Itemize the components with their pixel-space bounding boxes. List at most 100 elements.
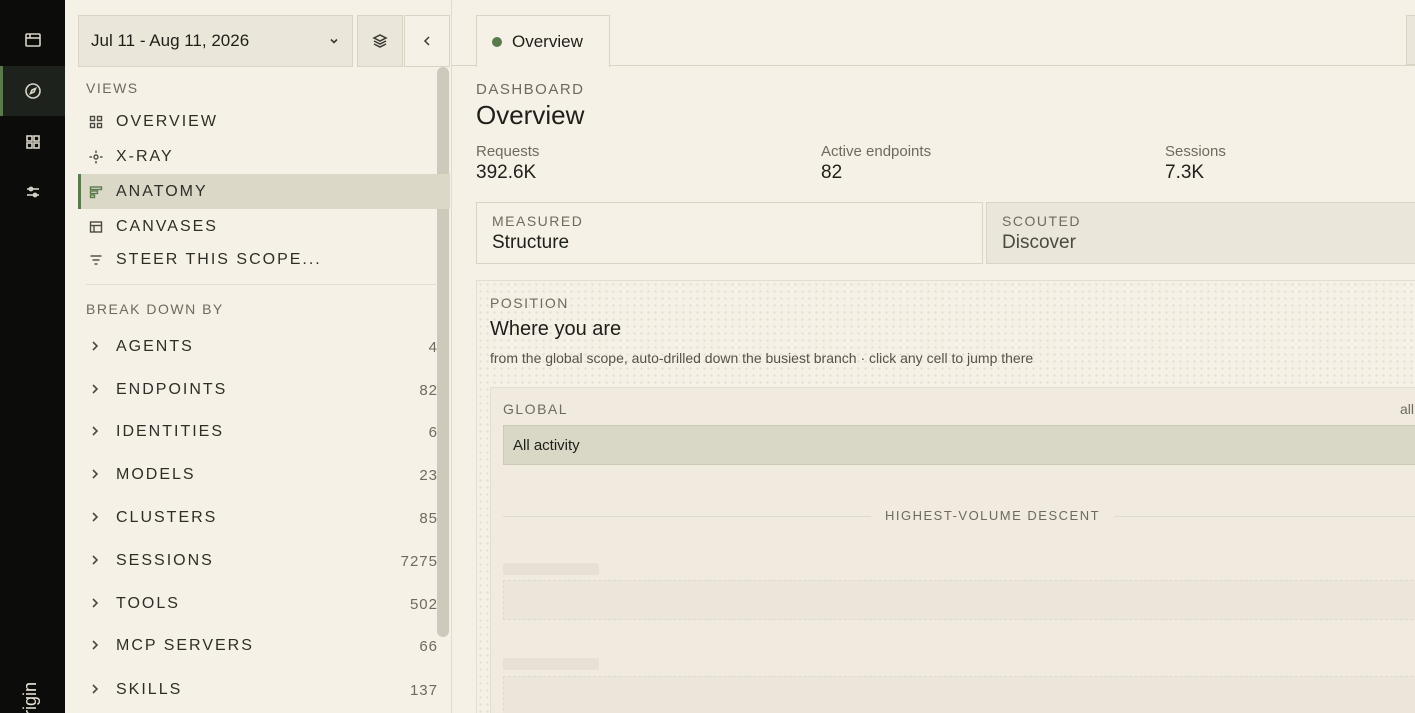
global-scope-cell[interactable]: All activity (503, 425, 1415, 465)
stat-sessions: Sessions 7.3K (1165, 143, 1226, 184)
tab-strip: Overview (452, 0, 1415, 67)
breakdown-count: 66 (419, 637, 438, 655)
view-label: X-RAY (116, 147, 174, 165)
view-canvases[interactable]: CANVASES (78, 209, 450, 244)
stat-active-endpoints: Active endpoints 82 (821, 143, 931, 184)
chevron-right-icon (92, 512, 99, 522)
breakdown-label: ENDPOINTS (116, 381, 228, 398)
loading-placeholder-row (503, 676, 1415, 713)
scope-tree: GLOBAL all All activity HIGHEST-VOLUME D… (490, 387, 1415, 713)
rail-explore-button[interactable] (0, 66, 65, 116)
stat-label: Requests (476, 143, 540, 160)
steer-scope-button[interactable]: STEER THIS SCOPE... (78, 242, 450, 277)
breakdown-count: 502 (409, 595, 438, 613)
breakdown-sessions[interactable]: SESSIONS 7275 (78, 541, 438, 581)
calendar-icon (24, 33, 41, 47)
stat-requests: Requests 392.6K (476, 143, 539, 184)
breakdown-skills[interactable]: SKILLS 137 (78, 670, 438, 710)
chevron-right-icon (92, 469, 99, 479)
breakdown-count: 137 (409, 681, 438, 699)
crosshair-icon (89, 150, 103, 163)
mode-label: Discover (1002, 232, 1076, 253)
loading-placeholder-label (503, 658, 599, 670)
filter-icon (90, 254, 102, 265)
views-section-title: VIEWS (86, 80, 139, 96)
chevron-right-icon (92, 384, 99, 394)
page-title: Overview (476, 100, 585, 130)
breakdown-count: 7275 (400, 552, 438, 570)
stat-value: 7.3K (1165, 162, 1205, 183)
app-rail: rigin (0, 0, 65, 713)
breakdown-label: MCP SERVERS (116, 637, 254, 654)
breakdown-section-title: BREAK DOWN BY (86, 301, 224, 317)
page-eyebrow: DASHBOARD (476, 81, 585, 98)
tab-label: Overview (512, 31, 583, 51)
tab-overview[interactable]: Overview (476, 15, 610, 67)
chevron-right-icon (92, 640, 99, 650)
position-kicker: POSITION (490, 295, 569, 311)
loading-placeholder-label (503, 563, 599, 575)
chevron-left-icon (423, 36, 430, 46)
stat-label: Active endpoints (821, 143, 932, 160)
layers-icon (372, 34, 388, 48)
view-label: ANATOMY (116, 182, 208, 200)
layers-button[interactable] (357, 15, 403, 67)
mode-structure[interactable]: MEASURED Structure (476, 202, 983, 264)
chevron-right-icon (92, 684, 99, 694)
view-label: OVERVIEW (116, 112, 218, 130)
rail-grid-button[interactable] (0, 117, 65, 167)
rail-settings-button[interactable] (0, 167, 65, 217)
breakdown-count: 6 (428, 423, 438, 441)
stat-value: 82 (821, 162, 843, 183)
breakdown-label: CLUSTERS (116, 509, 218, 526)
breakdown-count: 82 (419, 381, 438, 399)
breakdown-count: 4 (428, 338, 438, 356)
stat-value: 392.6K (476, 162, 537, 183)
breakdown-label: SESSIONS (116, 552, 214, 569)
bars-icon (89, 185, 103, 198)
rail-calendar-button[interactable] (0, 15, 65, 65)
tab-overflow-edge[interactable] (1406, 15, 1415, 65)
breakdown-label: AGENTS (116, 338, 194, 355)
brand-wordmark: rigin (22, 681, 40, 713)
chevron-down-icon (330, 38, 338, 44)
breakdown-mcp-servers[interactable]: MCP SERVERS 66 (78, 626, 438, 666)
date-range-label: Jul 11 - Aug 11, 2026 (91, 31, 250, 50)
breakdown-agents[interactable]: AGENTS 4 (78, 327, 438, 367)
mode-kicker: MEASURED (492, 213, 584, 229)
collapse-sidebar-button[interactable] (404, 15, 450, 67)
stat-label: Sessions (1165, 143, 1226, 160)
sliders-icon (26, 186, 39, 198)
view-x-ray[interactable]: X-RAY (78, 139, 450, 174)
compass-icon (24, 83, 41, 99)
mode-label: Structure (492, 232, 570, 253)
breakdown-models[interactable]: MODELS 23 (78, 455, 438, 495)
view-label: CANVASES (116, 217, 218, 235)
breakdown-identities[interactable]: IDENTITIES 6 (78, 412, 438, 452)
canvas-icon (89, 220, 103, 233)
date-range-picker[interactable]: Jul 11 - Aug 11, 2026 (78, 15, 353, 67)
sidebar: Jul 11 - Aug 11, 2026 VIEWS OVERVIEW X-R… (65, 0, 452, 713)
mode-discover[interactable]: SCOUTED Discover (986, 202, 1415, 264)
sidebar-divider (86, 284, 438, 285)
mode-kicker: SCOUTED (1002, 213, 1081, 229)
breakdown-label: SKILLS (116, 681, 183, 698)
view-overview[interactable]: OVERVIEW (78, 104, 450, 139)
breakdown-endpoints[interactable]: ENDPOINTS 82 (78, 370, 438, 410)
breakdown-label: TOOLS (116, 595, 180, 612)
chevron-right-icon (92, 341, 99, 351)
main-content: Overview DASHBOARD Overview Requests 392… (452, 0, 1415, 713)
descent-label: HIGHEST-VOLUME DESCENT (871, 508, 1115, 523)
position-panel: POSITION Where you are from the global s… (476, 280, 1415, 713)
chevron-right-icon (92, 555, 99, 565)
loading-placeholder-row (503, 580, 1415, 620)
breakdown-label: MODELS (116, 466, 196, 483)
view-anatomy[interactable]: ANATOMY (78, 174, 450, 209)
breakdown-tools[interactable]: TOOLS 502 (78, 584, 438, 624)
grid-icon (25, 135, 40, 149)
global-label: GLOBAL (503, 401, 569, 417)
breakdown-clusters[interactable]: CLUSTERS 85 (78, 498, 438, 538)
chevron-right-icon (92, 426, 99, 436)
chevron-right-icon (92, 598, 99, 608)
breakdown-label: IDENTITIES (116, 423, 225, 440)
